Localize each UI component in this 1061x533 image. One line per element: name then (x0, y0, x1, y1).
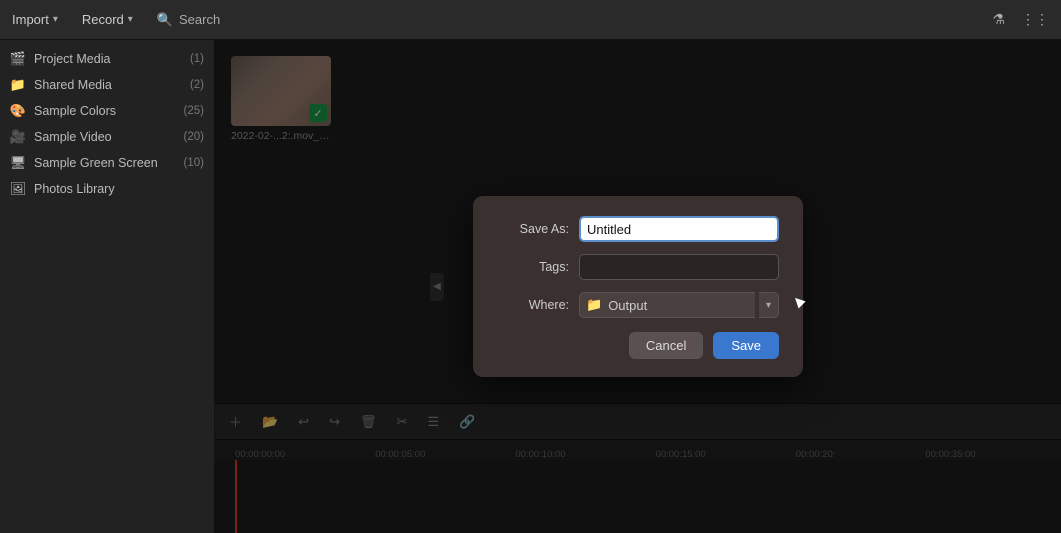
green-screen-icon: 🖥 (10, 155, 26, 171)
where-row: Where: 📁 Output ▾ (497, 292, 779, 318)
cancel-button[interactable]: Cancel (629, 332, 703, 359)
sample-colors-icon: 🎨 (10, 103, 26, 119)
sidebar-item-sample-green-screen[interactable]: 🖥 Sample Green Screen (10) (0, 150, 214, 176)
save-as-label: Save As: (497, 222, 569, 236)
folder-chevron-button[interactable]: ▾ (759, 292, 779, 318)
record-chevron-icon: ▾ (128, 14, 133, 25)
sidebar-item-project-media[interactable]: 🎬 Project Media (1) (0, 46, 214, 72)
modal-buttons: Cancel Save (497, 332, 779, 359)
save-as-row: Save As: (497, 216, 779, 242)
save-button[interactable]: Save (713, 332, 779, 359)
top-bar: Import ▾ Record ▾ 🔍 Search ⚗ ⋮⋮ (0, 0, 1061, 40)
main-layout: 🎬 Project Media (1) 📁 Shared Media (2) 🎨… (0, 40, 1061, 533)
record-button[interactable]: Record ▾ (82, 12, 133, 27)
sidebar-item-shared-media[interactable]: 📁 Shared Media (2) (0, 72, 214, 98)
filter-icon[interactable]: ⚗ (992, 11, 1005, 28)
folder-selector[interactable]: 📁 Output (579, 292, 755, 318)
sidebar: 🎬 Project Media (1) 📁 Shared Media (2) 🎨… (0, 40, 215, 533)
import-chevron-icon: ▾ (53, 14, 58, 25)
save-dialog: Save As: Tags: Where: 📁 Output (473, 196, 803, 377)
where-label: Where: (497, 298, 569, 312)
tags-row: Tags: (497, 254, 779, 280)
project-media-icon: 🎬 (10, 51, 26, 67)
sidebar-item-sample-video[interactable]: 🎥 Sample Video (20) (0, 124, 214, 150)
filename-input[interactable] (579, 216, 779, 242)
tags-label: Tags: (497, 260, 569, 274)
content-area: ◀ ✓ 2022-02-...2:.mov_2_0 ＋ 📂 ↩ ↪ 🗑 ✂ ☰ (215, 40, 1061, 533)
sidebar-item-photos-library[interactable]: 🖼 Photos Library (0, 176, 214, 202)
search-icon: 🔍 (157, 12, 173, 28)
grid-icon[interactable]: ⋮⋮ (1021, 11, 1049, 28)
sidebar-item-sample-colors[interactable]: 🎨 Sample Colors (25) (0, 98, 214, 124)
shared-media-icon: 📁 (10, 77, 26, 93)
import-button[interactable]: Import ▾ (12, 12, 58, 27)
tags-input[interactable] (579, 254, 779, 280)
search-area[interactable]: 🔍 Search (157, 12, 220, 28)
folder-select-row: 📁 Output ▾ (579, 292, 779, 318)
photos-library-icon: 🖼 (10, 181, 26, 197)
modal-overlay: Save As: Tags: Where: 📁 Output (215, 40, 1061, 533)
top-bar-right: ⚗ ⋮⋮ (992, 11, 1049, 28)
sample-video-icon: 🎥 (10, 129, 26, 145)
folder-icon: 📁 (586, 297, 602, 313)
